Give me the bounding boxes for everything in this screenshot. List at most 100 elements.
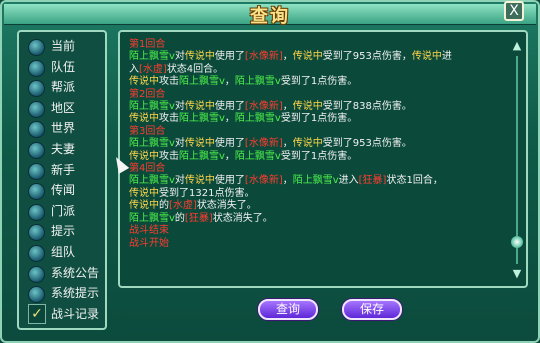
log-segment: 传说中 (184, 51, 215, 63)
scroll-thumb[interactable] (511, 236, 523, 248)
log-segment: 传说中 (292, 51, 323, 63)
log-segment: 入 (129, 63, 139, 75)
sidebar-item[interactable]: 当前 (28, 36, 112, 56)
radio-icon[interactable] (28, 121, 45, 139)
scroll-track[interactable] (516, 56, 518, 264)
log-segment: 状态消失了。 (212, 212, 273, 224)
log-segment: 状态消失了。 (196, 200, 257, 212)
log-segment: [水像新] (244, 51, 283, 63)
sidebar-item-label: 门派 (51, 203, 76, 218)
sidebar-item-label: 系统提示 (51, 286, 100, 301)
log-segment: 进 (441, 51, 452, 63)
scroll-up-icon[interactable]: ▲ (511, 40, 523, 52)
radio-icon[interactable] (28, 162, 45, 180)
log-segment: 对 (174, 101, 185, 113)
sidebar-item[interactable]: 帮派 (28, 77, 112, 98)
log-segment: [狂暴] (184, 212, 213, 224)
sidebar-item[interactable]: 提示 (28, 221, 112, 242)
log-segment: 陌上飘雪ⅴ (234, 150, 281, 162)
log-segment: 状态4回合。 (166, 63, 224, 75)
sidebar-item[interactable]: 系统提示 (28, 283, 112, 304)
sidebar-item[interactable]: 组队 (28, 242, 112, 262)
log-scrollbar[interactable]: ▲ ▼ (510, 40, 524, 280)
sidebar-item[interactable]: 队伍 (28, 57, 112, 77)
sidebar-item[interactable]: 传闻 (28, 180, 112, 201)
log-line: 传说中攻击陌上飘雪ⅴ，陌上飘雪ⅴ受到了1点伤害。 (129, 151, 509, 163)
log-line: 陌上飘雪ⅴ对传说中使用了[水像新]，传说中受到了838点伤害。 (129, 101, 509, 113)
log-segment: 受到了1点伤害。 (280, 76, 358, 88)
radio-icon[interactable] (28, 100, 45, 118)
radio-icon[interactable] (28, 286, 45, 304)
title-bar[interactable]: 查询 X (4, 1, 536, 27)
log-line: 战斗开始 (129, 238, 509, 250)
sidebar-item[interactable]: 新手 (28, 160, 112, 180)
log-segment: 受到了1321点伤害。 (159, 187, 255, 199)
log-segment: 陌上飘雪ⅴ (179, 113, 225, 125)
sidebar-item-label: 地区 (51, 100, 76, 115)
log-segment: 传说中 (292, 138, 323, 150)
sidebar-item-label: 世界 (51, 121, 76, 136)
log-segment: 陌上飘雪ⅴ (129, 212, 175, 224)
scroll-down-icon[interactable]: ▼ (511, 268, 523, 280)
sidebar-item[interactable]: ✓ 战斗记录 (28, 303, 112, 324)
query-button[interactable]: 查询 (258, 299, 318, 320)
close-button[interactable]: X (504, 1, 524, 21)
log-line: 第1回合 (129, 39, 509, 51)
log-line: 入[水虚]状态4回合。 (129, 64, 509, 76)
radio-icon[interactable] (28, 265, 45, 283)
log-segment: 受到了1点伤害。 (280, 113, 358, 125)
log-segment: 使用了 (214, 175, 245, 187)
sidebar-item[interactable]: 地区 (28, 98, 112, 118)
window-title: 查询 (250, 6, 290, 27)
log-line: 传说中受到了1321点伤害。 (129, 188, 509, 200)
log-segment: 受到了953点伤害。 (322, 138, 412, 150)
sidebar-item[interactable]: 门派 (28, 201, 112, 221)
log-segment: 传说中 (129, 113, 159, 125)
sidebar-item-label: 系统公告 (51, 265, 100, 280)
log-segment: 对 (174, 51, 185, 63)
log-segment: 使用了 (214, 138, 245, 150)
log-line: 陌上飘雪ⅴ对传说中使用了[水像新]，传说中受到了953点伤害，传说中进 (129, 51, 509, 63)
log-line: 第4回合 (129, 163, 509, 175)
sidebar-item[interactable]: 夫妻 (28, 139, 112, 159)
sidebar-item-label: 夫妻 (51, 142, 76, 156)
log-segment: 陌上飘雪ⅴ (234, 113, 281, 125)
log-line: 第3回合 (129, 126, 509, 138)
log-segment: 传说中 (184, 101, 215, 113)
log-line: 陌上飘雪ⅴ对传说中使用了[水像新]，传说中受到了953点伤害。 (129, 138, 509, 150)
log-segment: 传说中 (184, 175, 215, 187)
log-segment: 陌上飘雪ⅴ (129, 175, 175, 187)
log-segment: ， (224, 113, 235, 125)
radio-icon[interactable] (28, 80, 45, 98)
log-segment: 第2回合 (129, 88, 166, 100)
radio-icon[interactable] (28, 59, 45, 77)
sidebar-item-label: 战斗记录 (51, 306, 100, 321)
radio-icon[interactable] (28, 224, 45, 242)
log-segment: 第1回合 (129, 39, 166, 50)
sidebar-item-label: 组队 (51, 245, 76, 259)
radio-icon[interactable] (28, 183, 45, 201)
radio-icon[interactable] (28, 245, 45, 262)
log-segment: ， (224, 150, 235, 162)
log-segment: ， (224, 76, 235, 88)
log-segment: 战斗结束 (129, 225, 169, 237)
sidebar-item[interactable]: 系统公告 (28, 263, 112, 283)
battle-log-panel: 第1回合 陌上飘雪ⅴ对传说中使用了[水像新]，传说中受到了953点伤害，传说中进入… (118, 30, 528, 288)
radio-icon[interactable] (28, 142, 45, 159)
radio-icon[interactable] (28, 203, 45, 221)
log-segment: 战斗开始 (129, 237, 169, 249)
log-segment: 陌上飘雪ⅴ (129, 138, 175, 150)
radio-icon[interactable] (28, 39, 45, 56)
sidebar-item-label: 提示 (51, 224, 76, 239)
log-segment: [水像新] (244, 175, 283, 187)
log-segment: 陌上飘雪ⅴ (129, 101, 175, 113)
sidebar-item[interactable]: 世界 (28, 118, 112, 139)
log-segment: 对 (174, 138, 185, 150)
checkmark-icon[interactable]: ✓ (28, 303, 46, 324)
log-segment: 受到了838点伤害。 (322, 101, 412, 113)
log-line: 传说中的[水虚]状态消失了。 (129, 200, 509, 212)
log-segment: 第3回合 (129, 125, 166, 137)
save-button[interactable]: 保存 (342, 299, 402, 320)
log-segment: 陌上飘雪ⅴ (179, 150, 225, 162)
log-segment: 使用了 (214, 101, 245, 113)
